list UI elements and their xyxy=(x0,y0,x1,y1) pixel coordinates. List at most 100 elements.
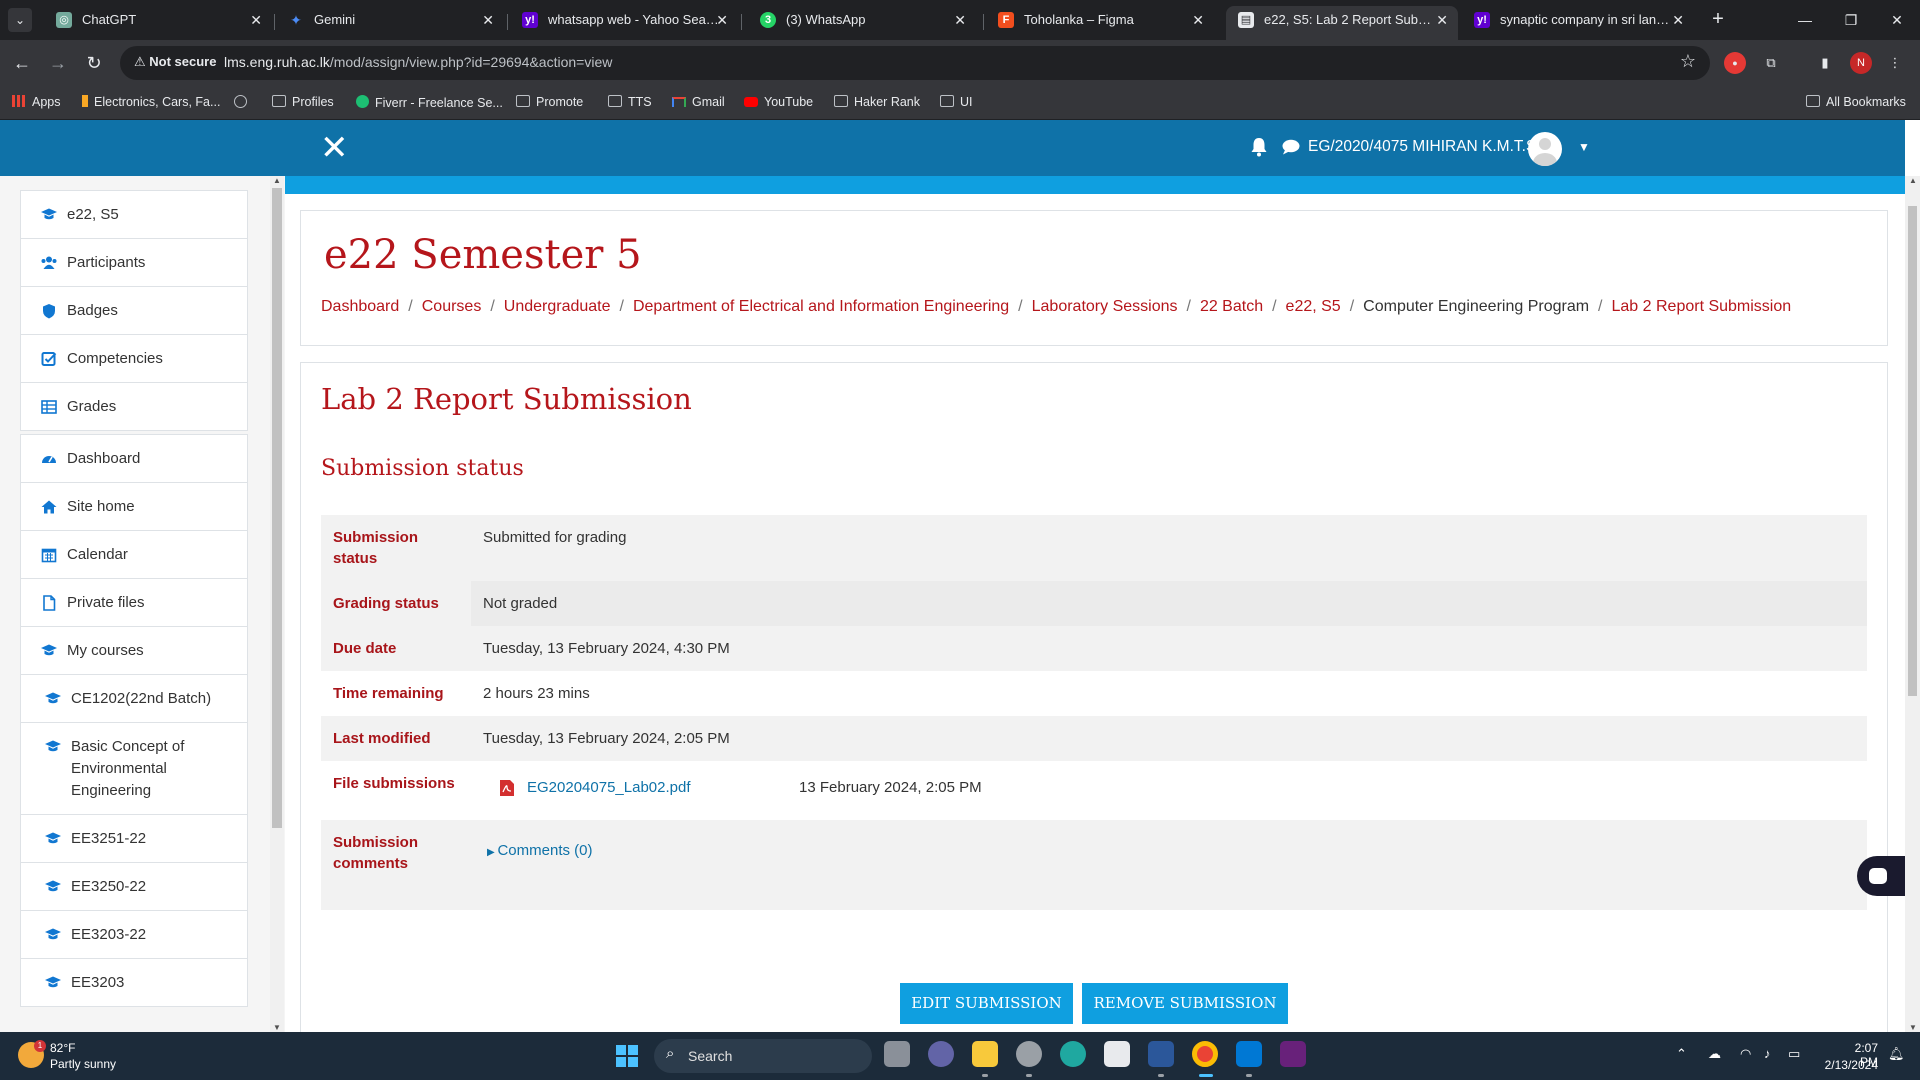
chevron-up-icon[interactable]: ⌃ xyxy=(1676,1046,1687,1062)
breadcrumb-courses[interactable]: Courses xyxy=(422,298,482,315)
edge-browser-icon[interactable] xyxy=(1060,1041,1086,1067)
sidebar-item-grades[interactable]: Grades xyxy=(21,383,247,430)
profile-avatar[interactable]: N xyxy=(1850,52,1872,74)
bookmark-tts[interactable]: TTS xyxy=(608,95,652,109)
bookmark-ui[interactable]: UI xyxy=(940,95,973,109)
word-icon[interactable] xyxy=(1148,1041,1174,1067)
record-extension-icon[interactable]: ● xyxy=(1724,52,1746,74)
tab-figma[interactable]: F Toholanka – Figma ✕ xyxy=(986,6,1214,40)
bookmark-apps[interactable]: Apps xyxy=(12,95,61,109)
scroll-up-arrow[interactable]: ▲ xyxy=(1908,176,1918,185)
submitted-file-link[interactable]: EG20204075_Lab02.pdf xyxy=(527,777,799,798)
bookmark-profiles[interactable]: Profiles xyxy=(272,95,334,109)
bookmark-hackerrank[interactable]: Haker Rank xyxy=(834,95,920,109)
close-icon[interactable]: ✕ xyxy=(716,6,728,34)
onedrive-icon[interactable]: ☁ xyxy=(1708,1046,1721,1062)
close-icon[interactable]: ✕ xyxy=(1436,6,1448,34)
messages-icon[interactable] xyxy=(1282,139,1300,155)
close-icon[interactable]: ✕ xyxy=(1672,6,1684,34)
edit-submission-button[interactable]: EDIT SUBMISSION xyxy=(900,983,1073,1024)
bookmark-gmail[interactable]: Gmail xyxy=(672,95,725,109)
security-indicator[interactable]: ⚠ Not secure xyxy=(134,54,216,70)
tab-gemini[interactable]: ✦ Gemini ✕ xyxy=(276,6,504,40)
side-panel-icon[interactable]: ▮ xyxy=(1814,52,1836,74)
wifi-icon[interactable]: ◠ xyxy=(1740,1046,1751,1062)
weather-description[interactable]: Partly sunny xyxy=(50,1057,116,1071)
bookmark-electronics[interactable]: Electronics, Cars, Fa... xyxy=(82,95,220,109)
user-name[interactable]: EG/2020/4075 MIHIRAN K.M.T.S. xyxy=(1308,138,1541,156)
sidebar-item-environmental-engineering[interactable]: Basic Concept of Environmental Engineeri… xyxy=(21,723,247,815)
tab-yahoo-whatsapp[interactable]: y! whatsapp web - Yahoo Search R ✕ xyxy=(510,6,738,40)
tab-chatgpt[interactable]: ◎ ChatGPT ✕ xyxy=(44,6,272,40)
sidebar-item-competencies[interactable]: Competencies xyxy=(21,335,247,383)
close-icon[interactable]: ✕ xyxy=(482,6,494,34)
sidebar-item-ce1202[interactable]: CE1202(22nd Batch) xyxy=(21,675,247,723)
sidebar-item-ee3250[interactable]: EE3250-22 xyxy=(21,863,247,911)
vscode-icon[interactable] xyxy=(1236,1041,1262,1067)
minimize-button[interactable]: — xyxy=(1782,8,1828,32)
new-tab-button[interactable]: + xyxy=(1706,8,1730,32)
back-button[interactable]: ← xyxy=(10,51,34,75)
drawer-scrollbar-thumb[interactable] xyxy=(272,188,282,828)
restore-button[interactable]: ❐ xyxy=(1828,8,1874,32)
scroll-up-arrow[interactable]: ▲ xyxy=(272,176,282,185)
bookmark-youtube[interactable]: YouTube xyxy=(744,95,813,109)
remove-submission-button[interactable]: REMOVE SUBMISSION xyxy=(1082,983,1288,1024)
sidebar-item-site-home[interactable]: Site home xyxy=(21,483,247,531)
sidebar-item-ee3203-22[interactable]: EE3203-22 xyxy=(21,911,247,959)
weather-temperature[interactable]: 82°F xyxy=(50,1041,75,1055)
visual-studio-icon[interactable] xyxy=(1280,1041,1306,1067)
breadcrumb-22-batch[interactable]: 22 Batch xyxy=(1200,298,1263,315)
breadcrumb-e22-s5[interactable]: e22, S5 xyxy=(1286,298,1341,315)
sidebar-item-private-files[interactable]: Private files xyxy=(21,579,247,627)
drawer-scrollbar[interactable]: ▲ ▼ xyxy=(270,176,284,1032)
extensions-puzzle-icon[interactable]: ⧉ xyxy=(1760,52,1782,74)
bookmark-star-icon[interactable]: ☆ xyxy=(1680,51,1696,72)
sidebar-item-calendar[interactable]: Calendar xyxy=(21,531,247,579)
address-bar[interactable]: ⚠ Not secure lms.eng.ruh.ac.lk/mod/assig… xyxy=(120,46,1710,80)
clock-date[interactable]: 2/13/2024 xyxy=(1820,1058,1878,1072)
close-icon[interactable]: ✕ xyxy=(1192,6,1204,34)
window-close-button[interactable]: ✕ xyxy=(1874,8,1920,32)
tab-search-button[interactable]: ⌄ xyxy=(8,8,32,32)
comments-toggle[interactable]: ▶ Comments (0) xyxy=(483,832,593,877)
sidebar-item-ee3203[interactable]: EE3203 xyxy=(21,959,247,1006)
avatar[interactable] xyxy=(1528,132,1562,166)
volume-icon[interactable]: ♪ xyxy=(1764,1046,1771,1061)
sidebar-item-participants[interactable]: Participants xyxy=(21,239,247,287)
page-scrollbar-thumb[interactable] xyxy=(1908,206,1917,696)
close-icon[interactable]: ✕ xyxy=(954,6,966,34)
breadcrumb-laboratory-sessions[interactable]: Laboratory Sessions xyxy=(1032,298,1178,315)
breadcrumb-lab2-report[interactable]: Lab 2 Report Submission xyxy=(1612,298,1792,315)
url-text[interactable]: lms.eng.ruh.ac.lk/mod/assign/view.php?id… xyxy=(224,54,612,70)
page-scrollbar[interactable]: ▲ ▼ xyxy=(1905,176,1920,1032)
notification-bell-icon[interactable]: 🔔︎ xyxy=(1888,1046,1905,1062)
microsoft-store-icon[interactable] xyxy=(1104,1041,1130,1067)
settings-gear-icon[interactable] xyxy=(1016,1041,1042,1067)
sidebar-item-my-courses[interactable]: My courses xyxy=(21,627,247,675)
bookmark-fiverr[interactable]: Fiverr - Freelance Se... xyxy=(356,95,503,110)
scroll-down-arrow[interactable]: ▼ xyxy=(1908,1023,1918,1032)
sidebar-item-course[interactable]: e22, S5 xyxy=(21,191,247,239)
tab-yahoo-synaptic[interactable]: y! synaptic company in sri lanka - ✕ xyxy=(1462,6,1694,40)
sidebar-item-ee3251[interactable]: EE3251-22 xyxy=(21,815,247,863)
chatbot-launcher[interactable] xyxy=(1857,856,1905,896)
reload-button[interactable]: ↻ xyxy=(82,51,106,75)
bookmark-globe[interactable] xyxy=(234,95,253,110)
sidebar-item-dashboard[interactable]: Dashboard xyxy=(21,435,247,483)
breadcrumb-department[interactable]: Department of Electrical and Information… xyxy=(633,298,1009,315)
forward-button[interactable]: → xyxy=(46,51,70,75)
all-bookmarks[interactable]: All Bookmarks xyxy=(1806,95,1906,109)
taskbar-search[interactable]: ⌕ Search xyxy=(654,1039,872,1073)
browser-menu-icon[interactable]: ⋮ xyxy=(1884,52,1906,74)
bell-icon[interactable] xyxy=(1250,137,1268,157)
chrome-icon[interactable] xyxy=(1192,1041,1218,1067)
breadcrumb-dashboard[interactable]: Dashboard xyxy=(321,298,399,315)
tab-whatsapp[interactable]: 3 (3) WhatsApp ✕ xyxy=(748,6,976,40)
bookmark-promote[interactable]: Promote xyxy=(516,95,583,109)
breadcrumb-undergraduate[interactable]: Undergraduate xyxy=(504,298,611,315)
teams-chat-icon[interactable] xyxy=(928,1041,954,1067)
battery-icon[interactable]: ▭ xyxy=(1788,1046,1800,1062)
close-icon[interactable]: ✕ xyxy=(250,6,262,34)
file-explorer-icon[interactable] xyxy=(972,1041,998,1067)
